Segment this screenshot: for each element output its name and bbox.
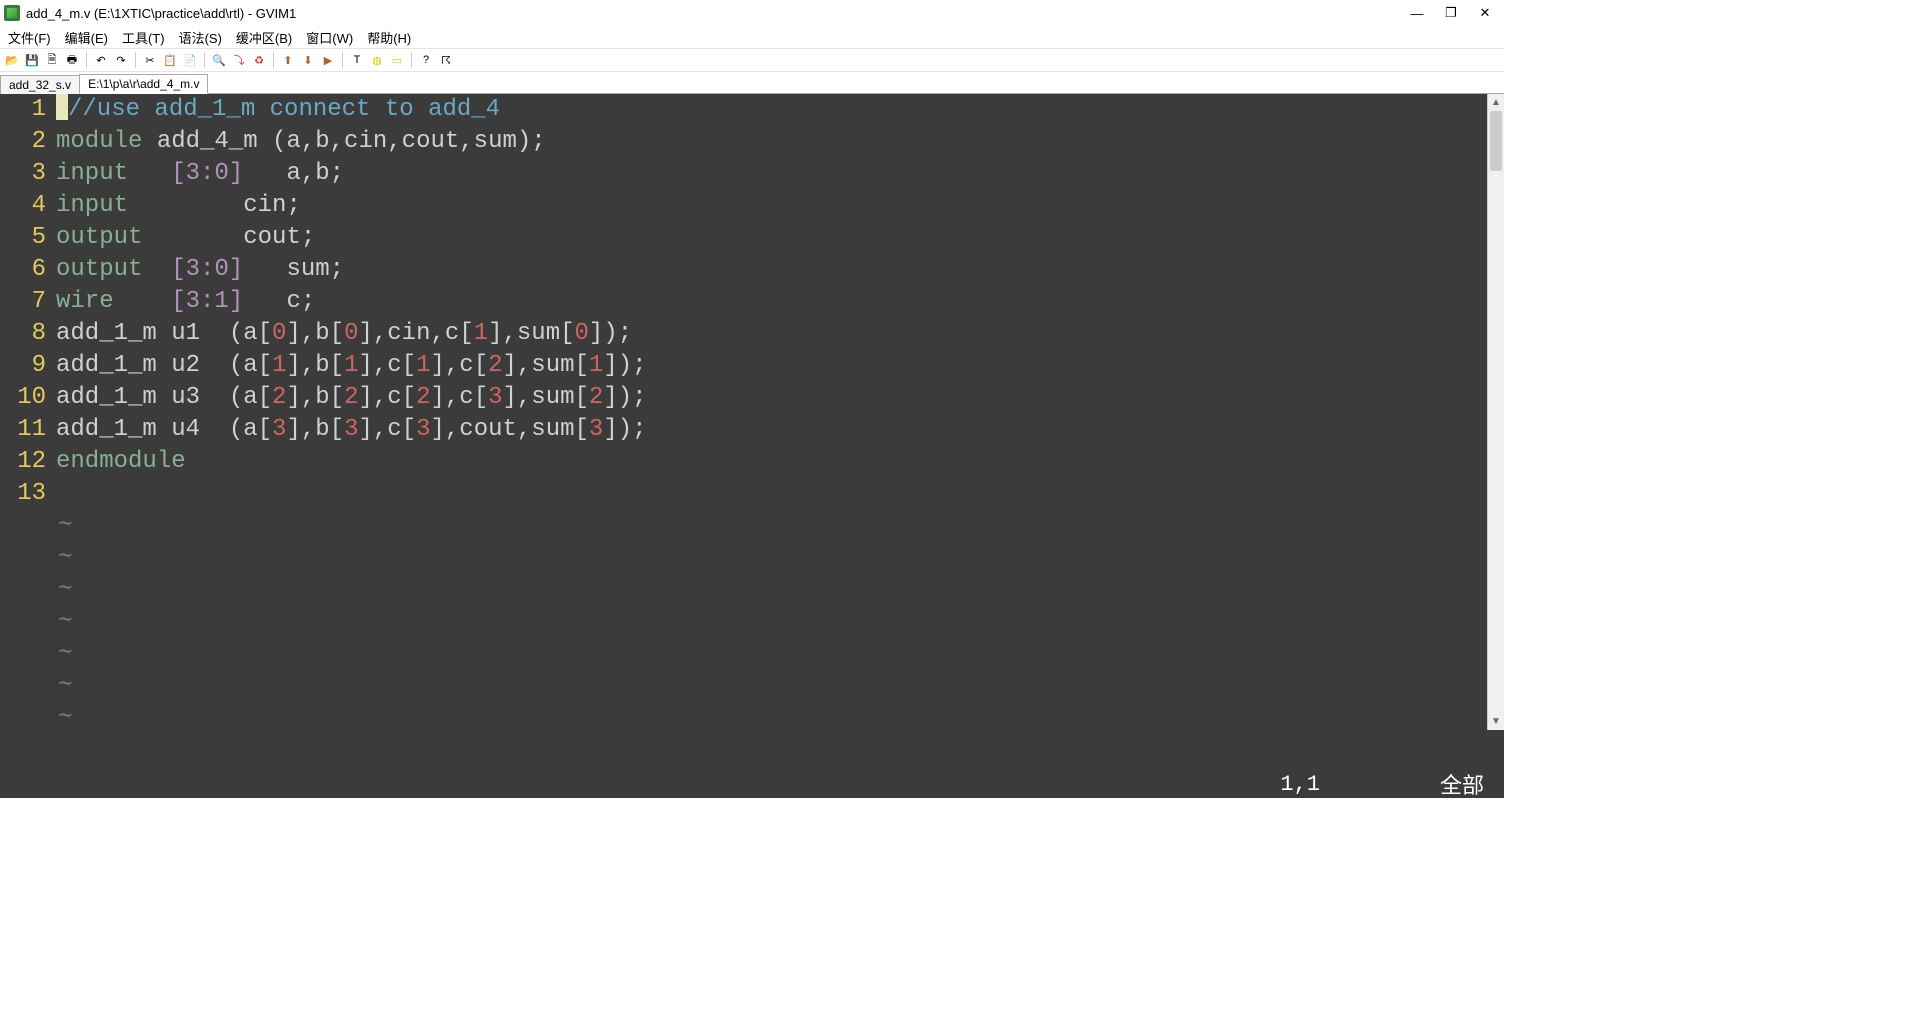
tag-icon[interactable]: ▭ [389,52,405,68]
scroll-thumb[interactable] [1490,111,1502,171]
close-button[interactable]: ✕ [1478,6,1492,20]
lineno: 11 [0,414,56,446]
scroll-up-icon[interactable]: ▲ [1488,94,1504,111]
code-line: endmodule [56,446,1487,478]
separator [273,52,274,68]
code-line [56,478,1487,510]
scroll-status: 全部 [1440,768,1504,800]
window-buttons: — ❐ ✕ [1410,6,1500,20]
toolbar: 📂 💾 🗎 🖶 ↶ ↷ ✂ 📋 📄 🔍 ⤵ ♻ ⬆ ⬇ ▶ T ◍ ▭ ? ☈ [0,48,1504,72]
shell-icon[interactable]: ◍ [369,52,385,68]
findhelp-icon[interactable]: ☈ [438,52,454,68]
print-icon[interactable]: 🖶 [64,52,80,68]
empty-line-tilde: ~ [56,606,1487,638]
editor-padding [0,730,1504,770]
maximize-button[interactable]: ❐ [1444,6,1458,20]
statusbar: 1,1 全部 [0,770,1504,798]
tab-add32[interactable]: add_32_s.v [0,75,80,94]
menu-file[interactable]: 文件(F) [4,28,55,47]
paste-icon[interactable]: 📄 [182,52,198,68]
editor-area: 1//use add_1_m connect to add_4 2module … [0,94,1504,730]
code-line: module add_4_m (a,b,cin,cout,sum); [56,126,1487,158]
lineno: 13 [0,478,56,510]
lineno: 4 [0,190,56,222]
copy-icon[interactable]: 📋 [162,52,178,68]
findnext-icon[interactable]: ⤵ [231,52,247,68]
saveall-icon[interactable]: 🗎 [44,52,60,68]
code-line: add_1_m u3 (a[2],b[2],c[2],c[3],sum[2]); [56,382,1487,414]
code-line: output cout; [56,222,1487,254]
cut-icon[interactable]: ✂ [142,52,158,68]
menu-edit[interactable]: 编辑(E) [61,28,112,47]
empty-line-tilde: ~ [56,510,1487,542]
open-icon[interactable]: 📂 [4,52,20,68]
code-line: input [3:0] a,b; [56,158,1487,190]
menu-buffers[interactable]: 缓冲区(B) [232,28,296,47]
minimize-button[interactable]: — [1410,6,1424,20]
code-line: add_1_m u2 (a[1],b[1],c[1],c[2],sum[1]); [56,350,1487,382]
make-icon[interactable]: T [349,52,365,68]
separator [342,52,343,68]
lineno: 3 [0,158,56,190]
lineno: 1 [0,94,56,126]
code-line: //use add_1_m connect to add_4 [56,94,1487,126]
code-line: wire [3:1] c; [56,286,1487,318]
lineno: 9 [0,350,56,382]
window-title: add_4_m.v (E:\1XTIC\practice\add\rtl) - … [26,6,1410,21]
session-save-icon[interactable]: ⬇ [300,52,316,68]
empty-line-tilde: ~ [56,702,1487,730]
code-line: add_1_m u4 (a[3],b[3],c[3],cout,sum[3]); [56,414,1487,446]
menu-syntax[interactable]: 语法(S) [175,28,226,47]
help-icon[interactable]: ? [418,52,434,68]
menu-help[interactable]: 帮助(H) [363,28,415,47]
titlebar: add_4_m.v (E:\1XTIC\practice\add\rtl) - … [0,0,1504,26]
lineno: 6 [0,254,56,286]
tab-add4m[interactable]: E:\1\p\a\r\add_4_m.v [79,74,208,94]
session-load-icon[interactable]: ⬆ [280,52,296,68]
empty-line-tilde: ~ [56,638,1487,670]
code-line: add_1_m u1 (a[0],b[0],cin,c[1],sum[0]); [56,318,1487,350]
find-icon[interactable]: 🔍 [211,52,227,68]
code-editor[interactable]: 1//use add_1_m connect to add_4 2module … [0,94,1487,730]
code-line: input cin; [56,190,1487,222]
separator [411,52,412,68]
menubar: 文件(F) 编辑(E) 工具(T) 语法(S) 缓冲区(B) 窗口(W) 帮助(… [0,26,1504,48]
lineno: 2 [0,126,56,158]
lineno: 8 [0,318,56,350]
empty-line-tilde: ~ [56,542,1487,574]
separator [135,52,136,68]
empty-line-tilde: ~ [56,670,1487,702]
separator [204,52,205,68]
cursor [56,94,68,120]
vertical-scrollbar[interactable]: ▲ ▼ [1487,94,1504,730]
scroll-down-icon[interactable]: ▼ [1488,713,1504,730]
menu-tools[interactable]: 工具(T) [118,28,169,47]
empty-line-tilde: ~ [56,574,1487,606]
undo-icon[interactable]: ↶ [93,52,109,68]
tabbar: add_32_s.v E:\1\p\a\r\add_4_m.v [0,72,1504,94]
menu-window[interactable]: 窗口(W) [302,28,357,47]
run-icon[interactable]: ▶ [320,52,336,68]
lineno: 7 [0,286,56,318]
gvim-icon [4,5,20,21]
save-icon[interactable]: 💾 [24,52,40,68]
code-line: output [3:0] sum; [56,254,1487,286]
separator [86,52,87,68]
lineno: 10 [0,382,56,414]
redo-icon[interactable]: ↷ [113,52,129,68]
replace-icon[interactable]: ♻ [251,52,267,68]
lineno: 5 [0,222,56,254]
cursor-position: 1,1 [1280,772,1440,797]
lineno: 12 [0,446,56,478]
